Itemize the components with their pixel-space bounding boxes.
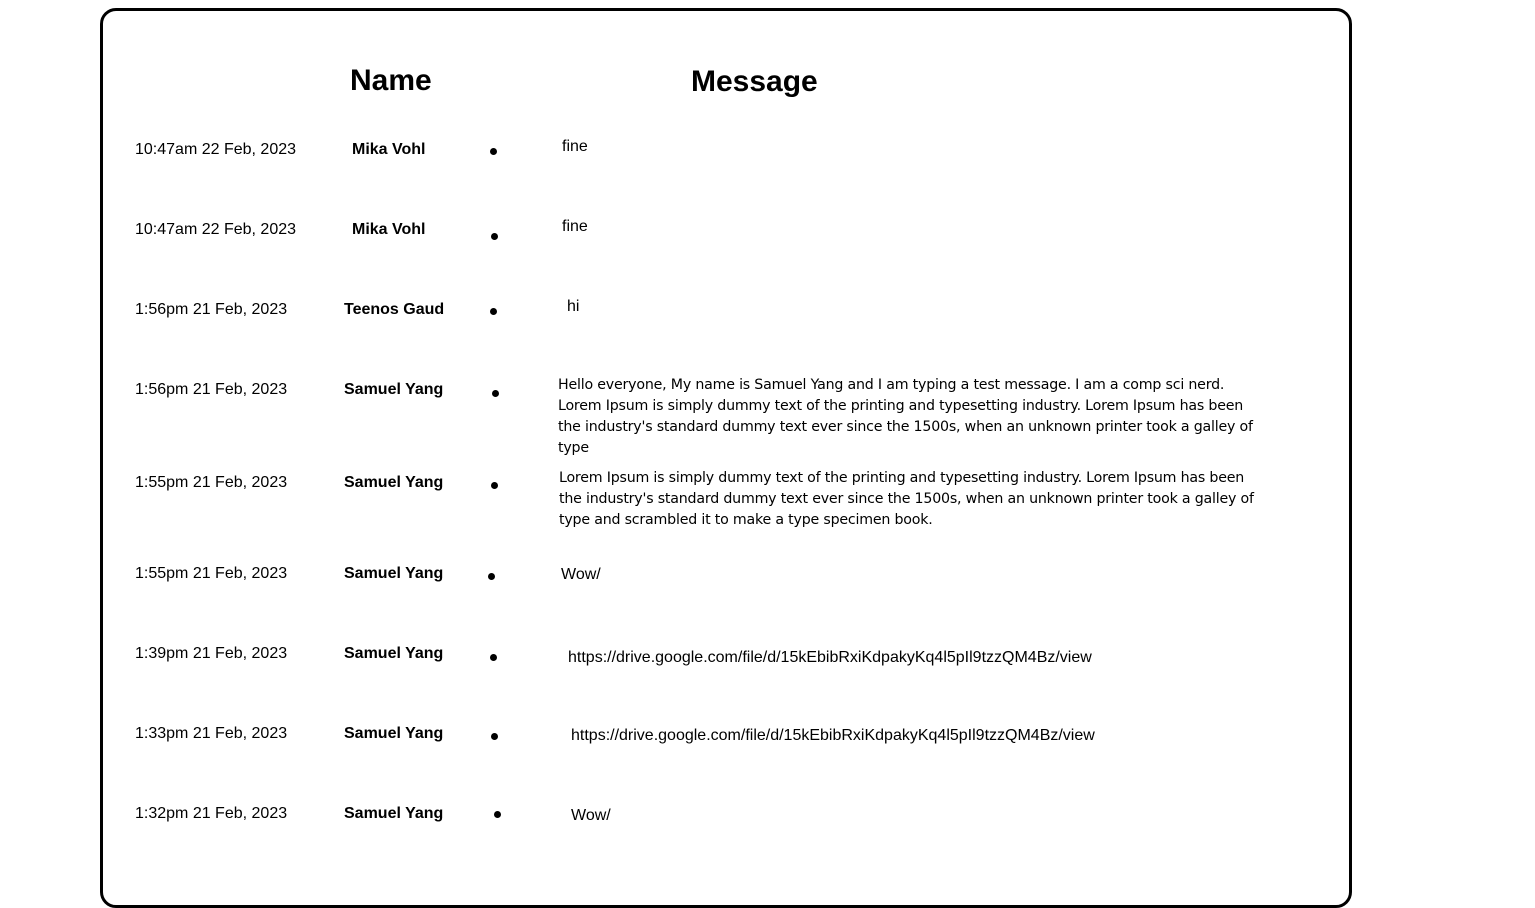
message-text: Wow/ <box>571 807 611 824</box>
message-timestamp: 10:47am 22 Feb, 2023 <box>135 221 297 238</box>
message-sender: Samuel Yang <box>344 381 444 398</box>
message-sender: Samuel Yang <box>344 565 444 582</box>
bullet-dot-icon <box>490 654 497 661</box>
message-timestamp: 1:56pm 21 Feb, 2023 <box>135 301 288 318</box>
message-sender: Samuel Yang <box>344 474 444 491</box>
message-text: fine <box>562 218 588 235</box>
bullet-dot-icon <box>490 308 497 315</box>
message-text: Lorem Ipsum is simply dummy text of the … <box>559 470 1254 528</box>
message-timestamp: 1:55pm 21 Feb, 2023 <box>135 565 288 582</box>
message-timestamp: 1:33pm 21 Feb, 2023 <box>135 725 288 742</box>
bullet-dot-icon <box>494 811 501 818</box>
message-sender: Mika Vohl <box>352 221 426 238</box>
message-timestamp: 1:55pm 21 Feb, 2023 <box>135 474 288 491</box>
message-sender: Samuel Yang <box>344 645 444 662</box>
message-sender: Teenos Gaud <box>344 301 445 318</box>
name-column-header: Name <box>350 64 432 97</box>
message-timestamp: 1:56pm 21 Feb, 2023 <box>135 381 288 398</box>
bullet-dot-icon <box>491 482 498 489</box>
bullet-dot-icon <box>490 148 497 155</box>
bullet-dot-icon <box>492 390 499 397</box>
message-sender: Mika Vohl <box>352 141 426 158</box>
message-timestamp: 1:39pm 21 Feb, 2023 <box>135 645 288 662</box>
bullet-dot-icon <box>491 233 498 240</box>
message-sender: Samuel Yang <box>344 805 444 822</box>
message-text: Hello everyone, My name is Samuel Yang a… <box>558 377 1253 456</box>
message-text: https://drive.google.com/file/d/15kEbibR… <box>568 649 1092 666</box>
message-timestamp: 1:32pm 21 Feb, 2023 <box>135 805 288 822</box>
message-text: Wow/ <box>561 566 601 583</box>
message-text: hi <box>567 298 580 315</box>
message-sender: Samuel Yang <box>344 725 444 742</box>
bullet-dot-icon <box>488 573 495 580</box>
message-text: fine <box>562 138 588 155</box>
message-column-header: Message <box>691 65 818 98</box>
message-timestamp: 10:47am 22 Feb, 2023 <box>135 141 297 158</box>
message-text: https://drive.google.com/file/d/15kEbibR… <box>571 727 1095 744</box>
messages-panel: Name Message 10:47am 22 Feb, 2023 Mika V… <box>100 8 1352 908</box>
bullet-dot-icon <box>491 733 498 740</box>
